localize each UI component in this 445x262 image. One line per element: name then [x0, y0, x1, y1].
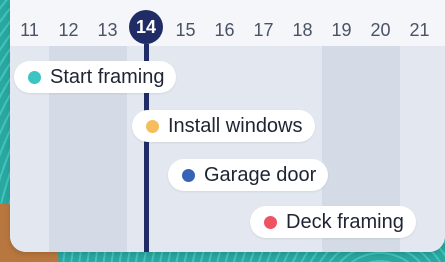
- day-label[interactable]: 19: [322, 20, 361, 41]
- task-garage-door[interactable]: Garage door: [168, 159, 329, 191]
- day-label[interactable]: 11: [10, 20, 49, 41]
- task-color-dot: [28, 70, 41, 84]
- day-label[interactable]: 16: [205, 20, 244, 41]
- day-label[interactable]: 15: [166, 20, 205, 41]
- task-color-dot: [182, 168, 195, 182]
- task-label: Start framing: [50, 65, 165, 88]
- day-label[interactable]: 18: [283, 20, 322, 41]
- day-header: 11 12 13 14 15 16 17 18 19 20 21: [10, 0, 445, 46]
- task-label: Deck framing: [286, 210, 404, 233]
- task-start-framing[interactable]: Start framing: [14, 61, 177, 93]
- today-marker[interactable]: 14: [129, 10, 163, 44]
- day-label[interactable]: 17: [244, 20, 283, 41]
- task-color-dot: [264, 215, 277, 229]
- task-label: Garage door: [204, 163, 317, 186]
- day-label[interactable]: 12: [49, 20, 88, 41]
- day-label[interactable]: 21: [400, 20, 439, 41]
- task-deck-framing[interactable]: Deck framing: [250, 206, 416, 238]
- task-label: Install windows: [168, 114, 303, 137]
- day-label[interactable]: 20: [361, 20, 400, 41]
- task-color-dot: [146, 119, 159, 133]
- timeline-card: 11 12 13 14 15 16 17 18 19 20 21 Start f…: [10, 0, 445, 252]
- task-install-windows[interactable]: Install windows: [132, 110, 315, 142]
- day-label[interactable]: 13: [88, 20, 127, 41]
